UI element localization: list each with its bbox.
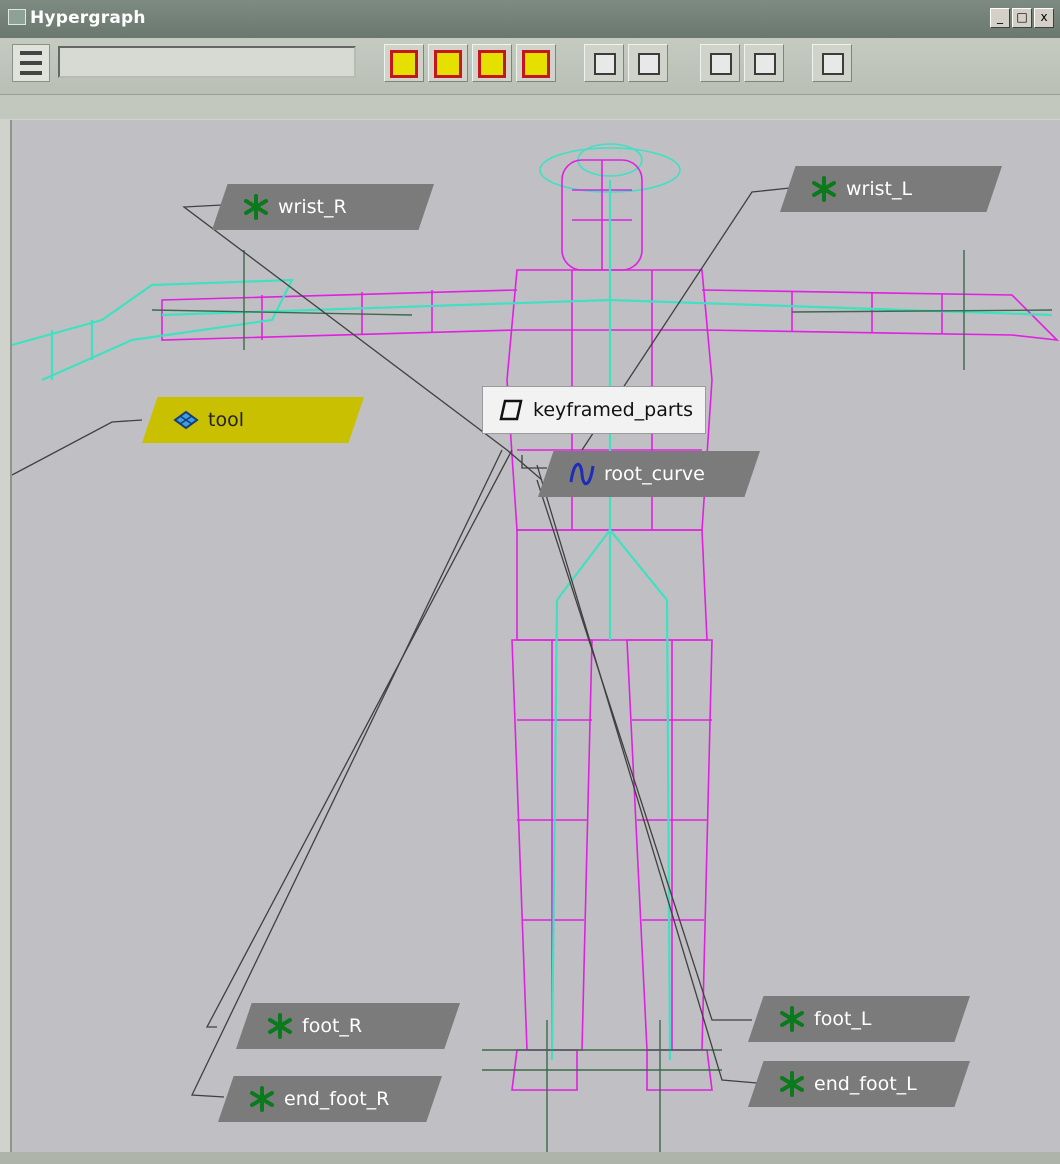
scene-hierarchy-button[interactable] [384, 44, 424, 82]
node-label: foot_R [302, 1015, 363, 1037]
node-label: foot_L [814, 1008, 872, 1030]
add-bookmark-icon[interactable] [700, 44, 740, 82]
maximize-button[interactable]: □ [1012, 8, 1032, 28]
frame-hierarchy-button[interactable] [516, 44, 556, 82]
node-foot-l[interactable]: foot_L [748, 996, 970, 1042]
close-button[interactable]: x [1034, 8, 1054, 28]
status-strip [0, 95, 1060, 119]
joint-icon [812, 176, 836, 202]
joint-icon [244, 194, 268, 220]
node-tool[interactable]: tool [142, 397, 364, 443]
node-foot-r[interactable]: foot_R [236, 1003, 460, 1049]
node-label: tool [208, 409, 244, 431]
window-title: Hypergraph [30, 8, 146, 28]
search-input[interactable] [58, 46, 356, 78]
node-label: end_foot_L [814, 1073, 917, 1095]
toolbar [0, 38, 1060, 95]
joint-icon [268, 1013, 292, 1039]
node-root-curve[interactable]: root_curve [538, 451, 760, 497]
joint-icon [780, 1071, 804, 1097]
title-bar: Hypergraph _ □ x [0, 0, 1060, 38]
bottom-edge [0, 1152, 1060, 1164]
minimize-button[interactable]: _ [990, 8, 1010, 28]
frame-all-button[interactable] [428, 44, 468, 82]
node-label: wrist_L [846, 178, 913, 200]
node-label: root_curve [604, 463, 705, 485]
node-wrist-r[interactable]: wrist_R [212, 184, 434, 230]
layout-tree-icon[interactable] [812, 44, 852, 82]
graph-canvas[interactable]: wrist_R wrist_L tool keyframed_parts roo… [10, 120, 1060, 1152]
node-label: wrist_R [278, 196, 347, 218]
input-output-connections-icon[interactable] [12, 44, 50, 82]
joint-icon [780, 1006, 804, 1032]
hypergraph-window-icon [8, 9, 26, 25]
joint-icon [250, 1086, 274, 1112]
frame-selection-button[interactable] [472, 44, 512, 82]
node-wrist-l[interactable]: wrist_L [780, 166, 1002, 212]
set-icon [499, 399, 523, 421]
curve-icon [569, 463, 595, 485]
hierarchy-view-button[interactable] [584, 44, 624, 82]
node-end-foot-r[interactable]: end_foot_R [218, 1076, 442, 1122]
dependency-graph-button[interactable] [628, 44, 668, 82]
surface-icon [173, 410, 199, 430]
node-label: keyframed_parts [533, 399, 694, 421]
graph-layout-icon[interactable] [744, 44, 784, 82]
node-label: end_foot_R [284, 1088, 390, 1110]
node-end-foot-l[interactable]: end_foot_L [748, 1061, 970, 1107]
node-keyframed-parts[interactable]: keyframed_parts [482, 386, 706, 434]
